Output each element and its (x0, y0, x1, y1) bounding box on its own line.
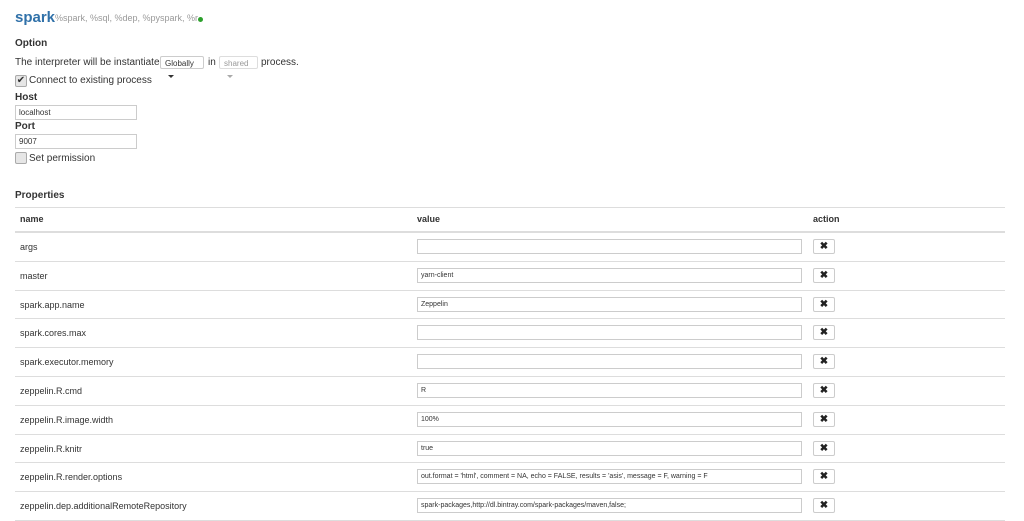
property-name: spark.executor.memory (20, 357, 114, 368)
row-divider (15, 318, 1005, 319)
port-input[interactable]: 9007 (15, 134, 137, 149)
row-divider (15, 290, 1005, 291)
host-label: Host (15, 92, 38, 103)
row-divider (15, 434, 1005, 435)
row-divider (15, 491, 1005, 492)
set-permission-label: Set permission (29, 153, 96, 164)
row-divider (15, 376, 1005, 377)
column-header-action: action (813, 214, 840, 224)
chevron-down-icon (227, 75, 233, 79)
property-name: master (20, 270, 48, 281)
remove-icon: ✖ (819, 413, 829, 425)
set-permission-checkbox[interactable] (15, 152, 27, 164)
remove-property-button[interactable]: ✖ (813, 354, 835, 370)
property-value-input[interactable] (417, 354, 802, 370)
property-value-input[interactable]: 100% (417, 411, 802, 427)
remove-icon: ✖ (819, 500, 829, 512)
remove-icon: ✖ (819, 471, 829, 483)
remove-property-button[interactable]: ✖ (813, 383, 835, 398)
remove-property-button[interactable]: ✖ (813, 267, 835, 283)
property-value-input[interactable]: spark-packages,http://dl.bintray.com/spa… (417, 498, 802, 514)
property-name: spark.cores.max (20, 328, 87, 339)
remove-property-button[interactable]: ✖ (813, 440, 835, 456)
interpreter-title: spark (15, 9, 56, 26)
remove-property-button[interactable]: ✖ (813, 411, 835, 427)
remove-property-button[interactable]: ✖ (813, 239, 835, 254)
scope-dropdown-value: Globally (165, 59, 194, 68)
remove-property-button[interactable]: ✖ (813, 498, 835, 514)
process-dropdown[interactable]: shared (219, 56, 258, 79)
remove-icon: ✖ (819, 385, 829, 396)
property-name: zeppelin.R.knitr (20, 443, 83, 454)
property-value-input[interactable]: R (417, 383, 802, 398)
property-value-input[interactable]: true (417, 440, 802, 456)
remove-property-button[interactable]: ✖ (813, 325, 835, 341)
column-header-name: name (20, 214, 44, 224)
property-name: zeppelin.R.image.width (20, 414, 114, 425)
remove-icon: ✖ (819, 298, 829, 310)
chevron-down-icon (168, 75, 174, 79)
row-divider (15, 347, 1005, 348)
option-heading: Option (15, 38, 48, 49)
row-divider (15, 261, 1005, 262)
property-name: zeppelin.dep.additionalRemoteRepository (20, 501, 187, 512)
properties-heading: Properties (15, 190, 65, 201)
remove-icon: ✖ (819, 269, 829, 281)
property-value-input[interactable]: yarn-client (417, 267, 802, 283)
row-divider (15, 405, 1005, 406)
table-header-divider (15, 231, 1005, 233)
process-dropdown-value: shared (224, 59, 249, 68)
property-name: spark.app.name (20, 299, 85, 310)
remove-icon: ✖ (819, 442, 829, 454)
property-name: args (20, 242, 38, 252)
row-divider (15, 462, 1005, 463)
connect-existing-label: Connect to existing process (29, 75, 152, 86)
table-top-divider (15, 207, 1005, 208)
in-text: in (208, 57, 216, 68)
property-value-input[interactable] (417, 325, 802, 341)
scope-dropdown[interactable]: Globally (160, 56, 204, 79)
remove-property-button[interactable]: ✖ (813, 469, 835, 485)
remove-icon: ✖ (819, 356, 829, 368)
property-value-input[interactable]: Zeppelin (417, 296, 802, 312)
remove-icon: ✖ (819, 327, 829, 339)
checkmark-icon: ✔ (16, 75, 26, 86)
remove-property-button[interactable]: ✖ (813, 296, 835, 312)
interpreter-bindings: %spark, %sql, %dep, %pyspark, %r (55, 13, 199, 23)
connect-existing-checkbox[interactable]: ✔ (15, 75, 27, 87)
port-label: Port (15, 121, 35, 132)
instantiation-text: The interpreter will be instantiated (15, 57, 166, 68)
property-name: zeppelin.R.cmd (20, 386, 83, 396)
process-suffix-text: process. (261, 57, 299, 68)
property-value-input[interactable] (417, 239, 802, 254)
property-value-input[interactable]: out.format = 'html', comment = NA, echo … (417, 469, 802, 485)
host-input[interactable]: localhost (15, 105, 137, 120)
column-header-value: value (417, 214, 441, 224)
status-indicator-icon (198, 17, 203, 22)
remove-icon: ✖ (819, 241, 829, 252)
property-name: zeppelin.R.render.options (20, 472, 123, 483)
